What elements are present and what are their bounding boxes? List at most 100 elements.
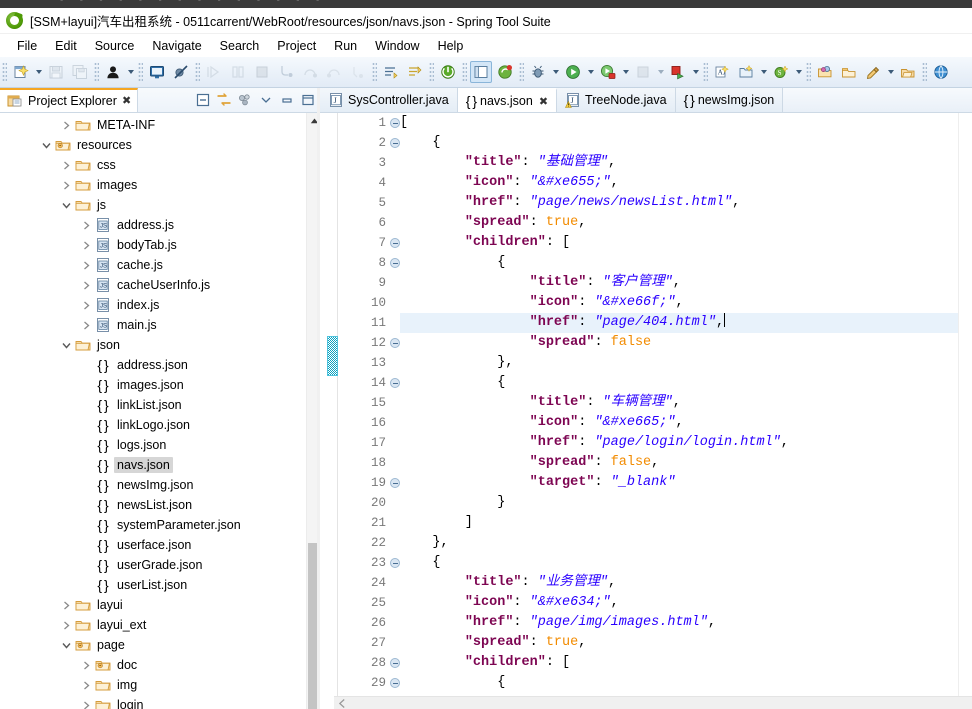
toolbar-stop-dropdown-arrow-icon[interactable] — [655, 61, 666, 83]
toolbar-open-type[interactable] — [814, 61, 836, 83]
toolbar-new-package[interactable] — [735, 61, 757, 83]
link-with-editor-button[interactable] — [214, 90, 233, 109]
toolbar-search[interactable] — [862, 61, 884, 83]
toolbar-external-tools-dropdown-arrow-icon[interactable] — [690, 61, 701, 83]
code-line[interactable]: "children": [ — [400, 233, 972, 253]
toolbar-user-dropdown-arrow-icon[interactable] — [125, 61, 136, 83]
toolbar-external-tools[interactable] — [667, 61, 689, 83]
toolbar-open-perspective[interactable] — [470, 61, 492, 83]
toolbar-web-browser[interactable] — [930, 61, 952, 83]
code-line[interactable]: "children": [ — [400, 653, 972, 673]
code-line[interactable]: "title": "业务管理", — [400, 573, 972, 593]
toolbar-run-server[interactable] — [597, 61, 619, 83]
code-line[interactable]: { — [400, 373, 972, 393]
toolbar-new-spring-bean-dropdown-arrow-icon[interactable] — [793, 61, 804, 83]
scroll-left-arrow-icon[interactable] — [336, 697, 348, 709]
toolbar-group-grip[interactable] — [138, 62, 143, 82]
tree-item[interactable]: images — [0, 175, 306, 195]
tree-item-selected[interactable]: { } navs.json — [0, 455, 306, 475]
chevron-right-icon[interactable] — [78, 697, 94, 709]
code-line[interactable]: "spread": true, — [400, 633, 972, 653]
chevron-right-icon[interactable] — [58, 617, 74, 633]
toolbar-new-java-project[interactable]: AJ — [711, 61, 733, 83]
editor-tab-syscontroller-java[interactable]: J SysController.java — [320, 88, 458, 112]
fold-collapse-icon[interactable] — [390, 338, 400, 348]
code-line[interactable]: "icon": "&#xe634;", — [400, 593, 972, 613]
menu-search[interactable]: Search — [211, 37, 269, 55]
tree-item[interactable]: JS main.js — [0, 315, 306, 335]
view-menu-button[interactable] — [256, 90, 275, 109]
menu-edit[interactable]: Edit — [46, 37, 86, 55]
toolbar-next-annotation[interactable] — [380, 61, 402, 83]
horizontal-scrollbar-thumb[interactable] — [348, 698, 648, 709]
tree-item[interactable]: JS cache.js — [0, 255, 306, 275]
chevron-down-icon[interactable] — [38, 137, 54, 153]
minimize-view-button[interactable] — [277, 90, 296, 109]
toolbar-group-grip[interactable] — [462, 62, 467, 82]
tree-item[interactable]: { } address.json — [0, 355, 306, 375]
chevron-right-icon[interactable] — [58, 157, 74, 173]
fold-collapse-icon[interactable] — [390, 118, 400, 128]
code-line[interactable]: { — [400, 253, 972, 273]
toolbar-new-dropdown-arrow-icon[interactable] — [33, 61, 44, 83]
menu-source[interactable]: Source — [86, 37, 144, 55]
chevron-right-icon[interactable] — [58, 177, 74, 193]
code-line[interactable]: { — [400, 673, 972, 693]
code-line[interactable]: "target": "_blank" — [400, 473, 972, 493]
code-line[interactable]: "title": "车辆管理", — [400, 393, 972, 413]
toolbar-open-task[interactable] — [838, 61, 860, 83]
tree-item[interactable]: doc — [0, 655, 306, 675]
tree-item[interactable]: { } newsImg.json — [0, 475, 306, 495]
tree-item[interactable]: layui_ext — [0, 615, 306, 635]
chevron-down-icon[interactable] — [58, 337, 74, 353]
editor-tab-navs-json[interactable]: { } navs.json ✖ — [457, 88, 558, 112]
chevron-right-icon[interactable] — [78, 277, 94, 293]
toolbar-group-grip[interactable] — [806, 62, 811, 82]
code-line[interactable]: }, — [400, 353, 972, 373]
tree-item[interactable]: json — [0, 335, 306, 355]
code-line[interactable]: "title": "客户管理", — [400, 273, 972, 293]
toolbar-run[interactable] — [562, 61, 584, 83]
menu-window[interactable]: Window — [366, 37, 428, 55]
toolbar-run-server-dropdown-arrow-icon[interactable] — [620, 61, 631, 83]
chevron-right-icon[interactable] — [78, 297, 94, 313]
code-line[interactable]: "icon": "&#xe655;", — [400, 173, 972, 193]
editor-marker-bar[interactable] — [320, 113, 338, 696]
code-line[interactable]: "icon": "&#xe665;", — [400, 413, 972, 433]
code-line[interactable]: "href": "page/img/images.html", — [400, 613, 972, 633]
fold-collapse-icon[interactable] — [390, 678, 400, 688]
toolbar-skip-breakpoints[interactable] — [170, 61, 192, 83]
toolbar-group-grip[interactable] — [922, 62, 927, 82]
editor-tab-newsimg-json[interactable]: { } newsImg.json — [675, 88, 784, 112]
tree-item[interactable]: { } newsList.json — [0, 495, 306, 515]
tree-item[interactable]: JS cacheUserInfo.js — [0, 275, 306, 295]
chevron-right-icon[interactable] — [78, 237, 94, 253]
code-line[interactable]: "icon": "&#xe66f;", — [400, 293, 972, 313]
menu-project[interactable]: Project — [268, 37, 325, 55]
code-line[interactable]: "href": "page/news/newsList.html", — [400, 193, 972, 213]
fold-collapse-icon[interactable] — [390, 138, 400, 148]
editor-horizontal-scrollbar[interactable] — [334, 696, 972, 709]
tree-item[interactable]: { } linkLogo.json — [0, 415, 306, 435]
tree-item[interactable]: { } userface.json — [0, 535, 306, 555]
code-line[interactable]: "spread": false, — [400, 453, 972, 473]
chevron-right-icon[interactable] — [78, 217, 94, 233]
tree-item[interactable]: page — [0, 635, 306, 655]
editor-tab-treenode-java[interactable]: J TreeNode.java — [557, 88, 676, 112]
code-line[interactable]: "spread": false — [400, 333, 972, 353]
code-line[interactable]: ] — [400, 513, 972, 533]
chevron-right-icon[interactable] — [78, 317, 94, 333]
focus-on-active-task-button[interactable] — [235, 90, 254, 109]
fold-collapse-icon[interactable] — [390, 378, 400, 388]
tree-item[interactable]: JS bodyTab.js — [0, 235, 306, 255]
tree-item[interactable]: JS address.js — [0, 215, 306, 235]
code-line[interactable]: [ — [400, 113, 972, 133]
fold-collapse-icon[interactable] — [390, 258, 400, 268]
tree-item[interactable]: layui — [0, 595, 306, 615]
toolbar-boot-dashboard[interactable] — [437, 61, 459, 83]
tree-item[interactable]: css — [0, 155, 306, 175]
editor-overview-ruler[interactable] — [958, 113, 972, 696]
close-icon[interactable]: ✖ — [122, 95, 131, 107]
project-explorer-tree[interactable]: META-INF resources css images js JS address.js… — [0, 113, 306, 709]
toolbar-new[interactable] — [10, 61, 32, 83]
